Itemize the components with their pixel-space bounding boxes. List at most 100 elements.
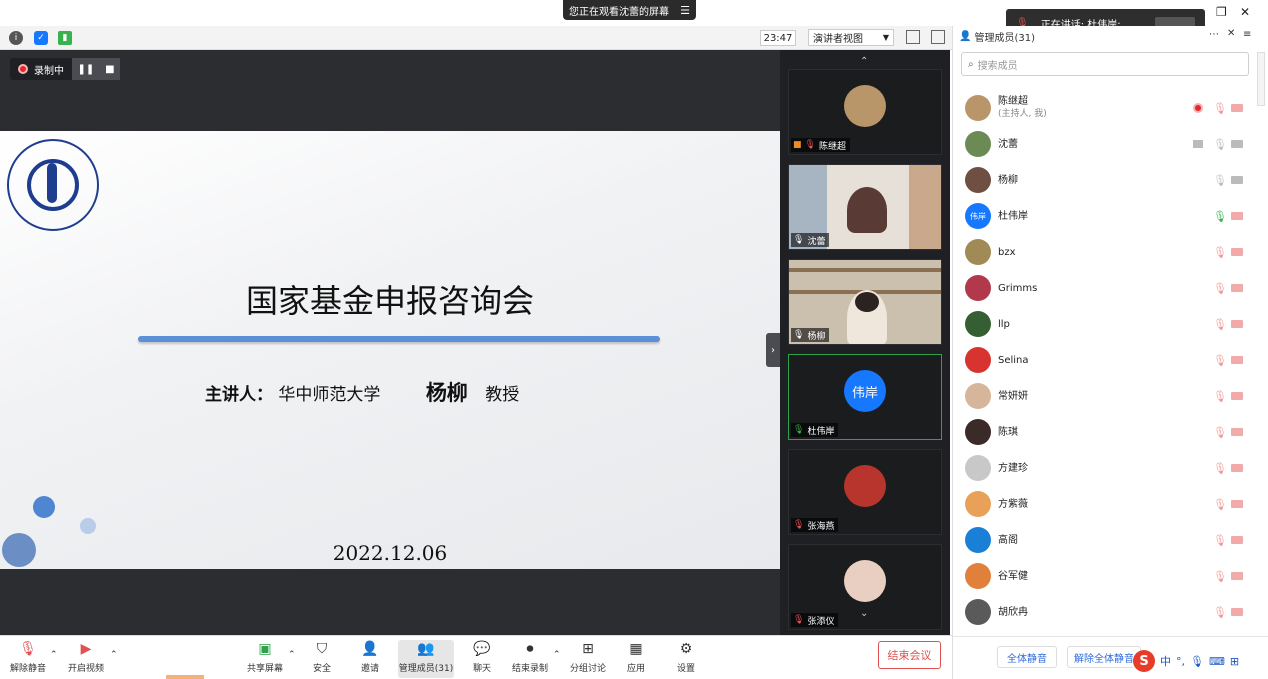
mic-muted-icon[interactable]: 🎙 [1213,534,1227,547]
member-row[interactable]: bzx 🎙 [953,234,1253,270]
chevron-up-icon[interactable]: ⌃ [50,650,58,660]
mute-all-button[interactable]: 全体静音 [997,646,1057,668]
menu-icon[interactable]: ≡ [1243,29,1251,40]
mic-muted-icon[interactable]: 🎙 [1213,498,1227,511]
breakout-rooms-button[interactable]: ⊞ 分组讨论 [568,640,608,678]
member-row[interactable]: Grimms 🎙 [953,270,1253,306]
camera-icon[interactable] [1231,176,1243,184]
camera-off-icon[interactable] [1231,536,1243,544]
start-video-button[interactable]: ▶ 开启视频 [66,640,106,678]
mic-muted-icon[interactable]: 🎙 [1213,102,1227,115]
menu-icon[interactable]: ☰ [680,4,690,17]
camera-off-icon[interactable] [1231,104,1243,112]
mic-icon[interactable]: 🎙 [1213,138,1227,151]
pause-icon[interactable]: ❚❚ [77,64,94,75]
mic-muted-icon[interactable]: 🎙 [1213,570,1227,583]
camera-off-icon[interactable] [1231,428,1243,436]
member-row[interactable]: llp 🎙 [953,306,1253,342]
member-row[interactable]: 常妍妍 🎙 [953,378,1253,414]
members-scrollbar[interactable] [1257,52,1265,106]
camera-off-icon[interactable] [1231,320,1243,328]
video-tile[interactable]: ■ 🎙 陈继超 [788,69,942,155]
mic-muted-icon[interactable]: 🎙 [1213,390,1227,403]
scroll-up-icon[interactable]: ⌃ [860,56,870,67]
member-row[interactable]: 胡欣冉 🎙 [953,594,1253,630]
mic-muted-icon[interactable]: 🎙 [1213,606,1227,619]
recording-icon [1193,103,1203,113]
video-tile[interactable]: 🎙 张海燕 [788,449,942,535]
member-name-text: Selina [998,354,1029,366]
mic-muted-icon[interactable]: 🎙 [1213,318,1227,331]
video-tile-active-speaker[interactable]: 伟岸 🎙 杜伟岸 [788,354,942,440]
keyboard-icon[interactable]: ⌨ [1209,655,1225,668]
member-search-input[interactable]: ⌕ 搜索成员 [961,52,1249,76]
member-name: 陈琪 [998,426,1018,439]
view-switch-button[interactable]: 演讲者视图 ▼ [808,29,894,46]
chevron-up-icon[interactable]: ⌃ [553,650,561,660]
microphone-icon[interactable]: 🎙 [1190,655,1204,668]
stop-icon[interactable]: ■ [105,64,114,75]
member-row[interactable]: 伟岸 杜伟岸 🎙 [953,198,1253,234]
camera-icon[interactable] [1231,140,1243,148]
sogou-ime-icon[interactable]: S [1133,650,1155,672]
member-row[interactable]: 方建珍 🎙 [953,450,1253,486]
signal-icon[interactable]: ▮ [58,31,72,45]
chevron-up-icon[interactable]: ⌃ [288,650,296,660]
mic-icon[interactable]: 🎙 [1213,210,1227,223]
camera-off-icon[interactable] [1231,464,1243,472]
mic-muted-icon[interactable]: 🎙 [1213,462,1227,475]
settings-button[interactable]: ⚙ 设置 [670,640,702,678]
security-button[interactable]: ⛉ 安全 [306,640,338,678]
camera-off-icon[interactable] [1231,248,1243,256]
fullscreen-icon[interactable] [906,30,920,44]
chevron-up-icon[interactable]: ⌃ [110,650,118,660]
member-row[interactable]: 沈蕾 🎙 [953,126,1253,162]
layout-icon[interactable] [931,30,945,44]
collapse-videos-handle[interactable]: › [766,333,780,367]
member-row[interactable]: 谷军健 🎙 [953,558,1253,594]
member-row[interactable]: 陈琪 🎙 [953,414,1253,450]
mic-muted-icon[interactable]: 🎙 [1213,282,1227,295]
member-row[interactable]: 陈继超 (主持人, 我) 🎙 [953,90,1253,126]
member-row[interactable]: 杨柳 🎙 [953,162,1253,198]
mic-muted-icon[interactable]: 🎙 [1213,354,1227,367]
camera-off-icon[interactable] [1231,500,1243,508]
info-icon[interactable]: i [9,31,23,45]
camera-off-icon[interactable] [1231,356,1243,364]
chat-button[interactable]: 💬 聊天 [466,640,498,678]
camera-off-icon[interactable] [1231,212,1243,220]
speaker-name: 杨柳 [425,380,468,405]
restore-icon[interactable]: ❐ [1216,5,1227,19]
camera-off-icon[interactable] [1231,608,1243,616]
unmute-button[interactable]: 🎙 解除静音 [8,640,48,678]
shield-icon[interactable]: ✓ [34,31,48,45]
share-screen-button[interactable]: ▣ 共享屏幕 [244,640,286,678]
stop-recording-button[interactable]: ⏺ 结束录制 [510,640,550,678]
scroll-down-icon[interactable]: ⌄ [860,608,870,619]
video-tile[interactable]: 🎙 杨柳 [788,259,942,345]
ime-language[interactable]: 中 [1160,653,1171,669]
unmute-all-button[interactable]: 解除全体静音 [1067,646,1141,668]
apps-button[interactable]: ▦ 应用 [620,640,652,678]
mic-muted-icon[interactable]: 🎙 [1213,246,1227,259]
camera-off-icon[interactable] [1231,572,1243,580]
member-row[interactable]: 高阁 🎙 [953,522,1253,558]
more-icon[interactable]: ⋯ [1209,29,1219,40]
punctuation-icon[interactable]: °, [1176,655,1185,668]
camera-off-icon[interactable] [1231,392,1243,400]
end-meeting-button[interactable]: 结束会议 [878,641,941,669]
avatar [844,560,886,602]
grid-icon[interactable]: ⊞ [1230,655,1239,668]
mic-icon[interactable]: 🎙 [1213,174,1227,187]
invite-button[interactable]: 👤 邀请 [354,640,386,678]
video-tile[interactable]: 🎙 沈蕾 [788,164,942,250]
manage-members-button[interactable]: 👥 管理成员(31) [398,640,454,678]
member-row[interactable]: Selina 🎙 [953,342,1253,378]
member-row[interactable]: 方紫薇 🎙 [953,486,1253,522]
mic-muted-icon[interactable]: 🎙 [1213,426,1227,439]
screen-share-banner[interactable]: 您正在观看沈蕾的屏幕 ☰ [563,0,696,20]
member-name-text: 方建珍 [998,462,1028,474]
close-icon[interactable]: ✕ [1227,28,1235,39]
camera-off-icon[interactable] [1231,284,1243,292]
close-icon[interactable]: ✕ [1240,5,1250,19]
